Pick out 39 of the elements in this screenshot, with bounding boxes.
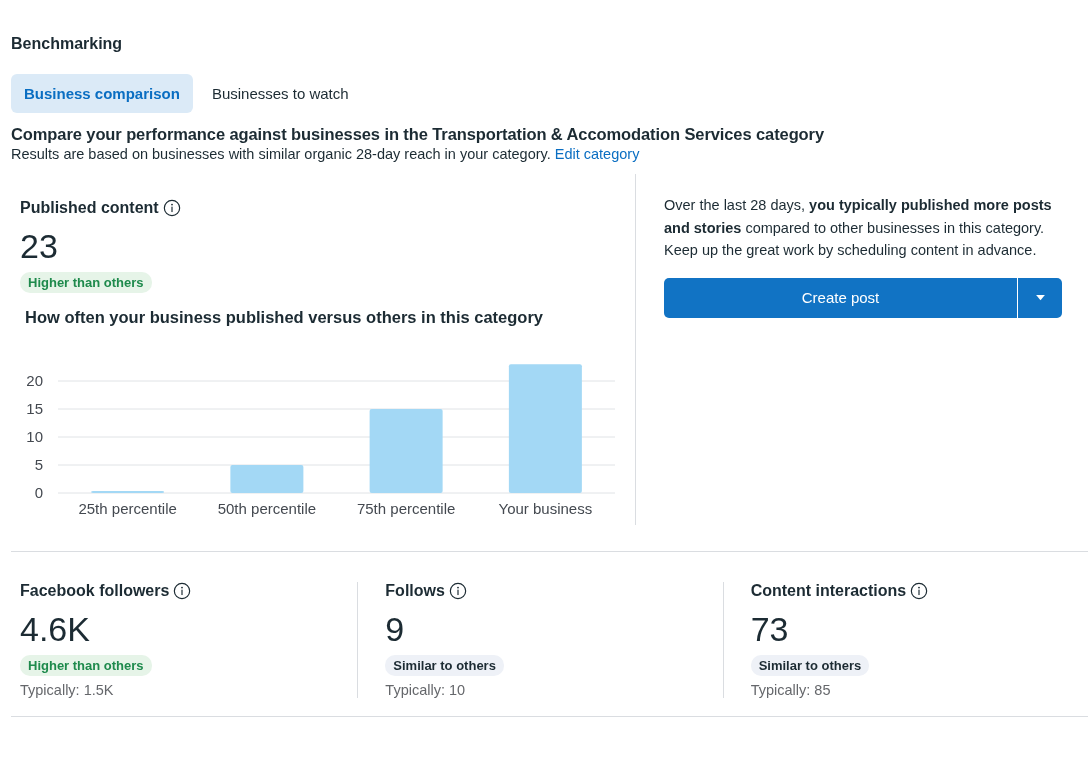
tab[interactable]: Business comparison [11, 74, 193, 113]
axis-category-label: 25th percentile [78, 500, 177, 517]
axis-tick-label: 10 [26, 428, 43, 445]
subtitle-text: Results are based on businesses with similar organic 28-day reach in your category. [11, 146, 551, 162]
axis-tick-label: 15 [26, 400, 43, 417]
typical-value: Typically: 10 [385, 682, 467, 698]
metric-label: Follows [385, 582, 445, 600]
metric-value: 23 [20, 226, 59, 266]
status-badge: Similar to others [750, 655, 870, 676]
metric-label: Content interactions [750, 582, 907, 600]
caret-icon [1034, 294, 1046, 301]
info-icon[interactable] [162, 199, 181, 217]
dropdown-button[interactable] [1018, 277, 1062, 318]
info-icon[interactable] [910, 582, 929, 600]
info-icon[interactable] [448, 582, 467, 600]
status-badge: Higher than others [20, 272, 152, 293]
axis-tick-label: 5 [34, 456, 43, 473]
typical-value: Typically: 1.5K [20, 682, 115, 698]
heading: Compare your performance against businesses in the Transportation & Accomodation Services category [11, 125, 825, 144]
info-icon[interactable] [173, 582, 192, 600]
metric-value: 73 [750, 609, 790, 649]
summary-text: Over the last 28 days, you typically published more posts and stories compared to other businesses in this category. Keep up the great work by scheduling content in advance. [664, 196, 1053, 260]
axis-tick-label: 20 [26, 372, 43, 389]
edit-category-link[interactable]: Edit category [554, 146, 640, 162]
metric-label: Published content [20, 199, 159, 217]
axis-category-label: 75th percentile [356, 500, 456, 517]
section-title: Benchmarking [11, 35, 124, 54]
tab[interactable]: Businesses to watch [198, 74, 362, 113]
axis-category-label: Your business [498, 500, 593, 517]
status-badge: Similar to others [385, 655, 504, 676]
status-badge: Higher than others [20, 655, 152, 676]
axis-tick-label: 0 [34, 484, 43, 501]
typical-value: Typically: 85 [750, 682, 832, 698]
create-post-button[interactable]: Create post [664, 277, 1017, 318]
chart-title: How often your business published versus others in this category [25, 308, 545, 327]
axis-category-label: 50th percentile [217, 500, 317, 517]
metric-label: Facebook followers [20, 582, 170, 600]
metric-value: 9 [385, 609, 406, 649]
metric-value: 4.6K [20, 609, 91, 649]
